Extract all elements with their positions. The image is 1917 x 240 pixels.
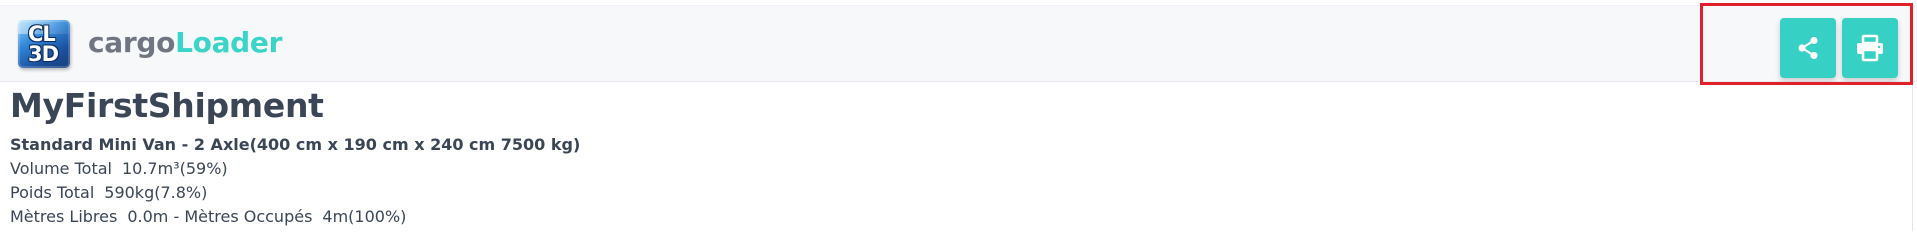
shipment-title: MyFirstShipment (10, 86, 324, 125)
print-button[interactable] (1842, 18, 1898, 78)
metres-libres-label: Mètres Libres (10, 207, 118, 226)
metres-row: Mètres Libres 0.0m - Mètres Occupés 4m(100… (10, 207, 406, 226)
vehicle-description: Standard Mini Van - 2 Axle(400 cm x 190 … (10, 135, 581, 154)
top-navbar: CL 3D cargoLoader (0, 5, 1917, 82)
metres-occupes-value: 4m(100%) (322, 207, 407, 226)
brand-name-part1: cargo (88, 26, 176, 59)
cargoloader-logo-icon[interactable]: CL 3D (18, 20, 70, 68)
metres-libres-value: 0.0m - Mètres Occupés (127, 207, 313, 226)
volume-total-row: Volume Total 10.7m³(59%) (10, 159, 228, 178)
poids-total-value: 590kg(7.8%) (104, 183, 208, 202)
content-right-border (1912, 85, 1913, 231)
brand-name[interactable]: cargoLoader (88, 26, 282, 59)
volume-total-label: Volume Total (10, 159, 112, 178)
poids-total-label: Poids Total (10, 183, 95, 202)
poids-total-row: Poids Total 590kg(7.8%) (10, 183, 207, 202)
logo-text-line2: 3D (28, 42, 59, 66)
volume-total-value: 10.7m³(59%) (121, 159, 228, 178)
share-button[interactable] (1780, 18, 1836, 78)
share-icon (1798, 36, 1818, 60)
printer-icon (1857, 34, 1883, 62)
brand-name-part2: Loader (175, 26, 283, 59)
